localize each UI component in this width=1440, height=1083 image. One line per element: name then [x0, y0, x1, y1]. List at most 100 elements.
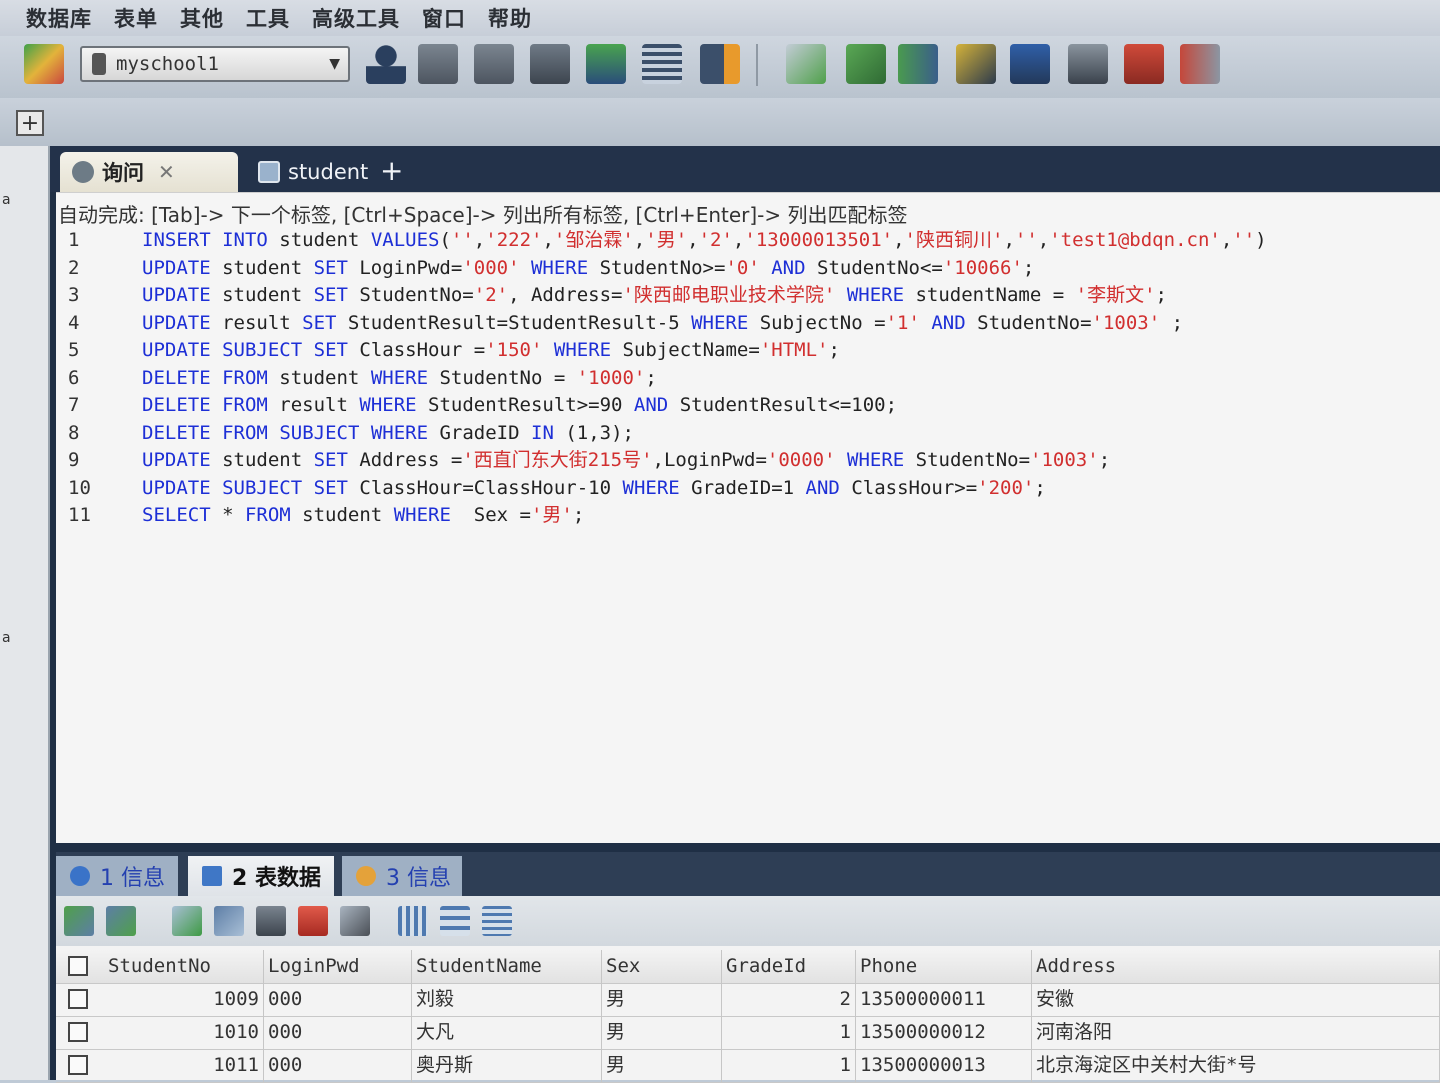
- sql-keyword: SET: [313, 449, 348, 471]
- code-line[interactable]: 8 DELETE FROM SUBJECT WHERE GradeID IN (1…: [56, 420, 1267, 448]
- sql-keyword: AND: [931, 311, 966, 334]
- export-icon[interactable]: [474, 44, 514, 84]
- table-cell[interactable]: 1009: [104, 983, 264, 1016]
- column-header[interactable]: LoginPwd: [264, 950, 412, 983]
- form-view-icon[interactable]: [440, 906, 470, 936]
- select-all-checkbox[interactable]: [68, 956, 88, 976]
- row-checkbox[interactable]: [68, 1055, 88, 1075]
- backup-icon[interactable]: [530, 44, 570, 84]
- table-cell[interactable]: 13500000013: [856, 1049, 1032, 1082]
- code-line[interactable]: 2 UPDATE student SET LoginPwd='000' WHERE…: [56, 255, 1267, 283]
- execute-all-icon[interactable]: [846, 44, 886, 84]
- table-cell[interactable]: 男: [602, 1016, 722, 1049]
- text-view-icon[interactable]: [482, 906, 512, 936]
- code-line[interactable]: 3 UPDATE student SET StudentNo='2', Addre…: [56, 282, 1267, 310]
- line-number: 1: [68, 229, 80, 251]
- table-cell[interactable]: 男: [602, 1049, 722, 1082]
- add-tab-icon[interactable]: +: [380, 154, 403, 187]
- table-cell[interactable]: 河南洛阳: [1032, 1016, 1440, 1049]
- table-row[interactable]: 1010 000 大凡男 1 13500000012 河南洛阳: [56, 1016, 1440, 1050]
- menu-item[interactable]: 其他: [180, 3, 224, 33]
- column-header[interactable]: Address: [1032, 950, 1440, 983]
- table-cell[interactable]: 13500000012: [856, 1016, 1032, 1049]
- table-cell[interactable]: 1010: [104, 1016, 264, 1049]
- table-cell[interactable]: 大凡: [412, 1016, 602, 1049]
- code-line[interactable]: 6 DELETE FROM student WHERE StudentNo = '…: [56, 365, 1267, 393]
- tab-messages-1[interactable]: 1 信息: [56, 856, 178, 896]
- table-cell[interactable]: 刘毅: [412, 983, 602, 1016]
- tab-query[interactable]: 询问 ✕: [60, 152, 238, 192]
- import-icon[interactable]: [418, 44, 458, 84]
- schema-icon[interactable]: [898, 44, 938, 84]
- table-cell[interactable]: 1: [722, 1016, 856, 1049]
- tab-messages-3[interactable]: 3 信息: [342, 856, 462, 896]
- table-row[interactable]: 1011 000 奥丹斯男 1 13500000013 北京海淀区中关村大街*号: [56, 1049, 1440, 1083]
- grid-view-icon[interactable]: [398, 906, 428, 936]
- table-cell[interactable]: 2: [722, 983, 856, 1016]
- menu-item[interactable]: 帮助: [488, 3, 532, 33]
- menu-item[interactable]: 高级工具: [312, 3, 400, 33]
- code-line[interactable]: 7 DELETE FROM result WHERE StudentResult>…: [56, 392, 1267, 420]
- row-checkbox[interactable]: [68, 1022, 88, 1042]
- cancel-icon[interactable]: [340, 906, 370, 936]
- column-header[interactable]: StudentNo: [104, 950, 264, 983]
- table-edit-icon[interactable]: [700, 44, 740, 84]
- table-row[interactable]: 1009 000 刘毅男 2 13500000011 安徽: [56, 983, 1440, 1017]
- sql-keyword: WHERE: [359, 394, 417, 416]
- user-icon[interactable]: [366, 44, 406, 84]
- column-header[interactable]: GradeId: [722, 950, 856, 983]
- table-import-icon[interactable]: [586, 44, 626, 84]
- table-cell[interactable]: 000: [264, 1049, 412, 1082]
- sql-string: '222': [485, 229, 543, 251]
- database-select[interactable]: myschool1 ▼: [80, 46, 350, 82]
- report-icon[interactable]: [1124, 44, 1164, 84]
- sql-editor[interactable]: 自动完成: [Tab]-> 下一个标签, [Ctrl+Space]-> 列出所有…: [56, 192, 1440, 843]
- tab-table-data[interactable]: 2 表数据: [188, 856, 334, 896]
- close-icon[interactable]: ✕: [158, 160, 175, 184]
- table-cell[interactable]: 13500000011: [856, 983, 1032, 1016]
- code-line[interactable]: 11 SELECT * FROM student WHERE Sex ='男';: [56, 502, 1267, 530]
- code-line[interactable]: 1 INSERT INTO student VALUES('','222','邹治…: [56, 227, 1267, 255]
- table-cell[interactable]: 北京海淀区中关村大街*号: [1032, 1049, 1440, 1082]
- copy-dropdown-icon[interactable]: [106, 906, 136, 936]
- execute-icon[interactable]: [786, 44, 826, 84]
- sql-text: GradeID=1: [679, 476, 806, 499]
- object-browser[interactable]: a a: [0, 146, 50, 1080]
- duplicate-row-icon[interactable]: [214, 906, 244, 936]
- table-cell[interactable]: 000: [264, 1016, 412, 1049]
- database-sync-icon[interactable]: [1010, 44, 1050, 84]
- code-line[interactable]: 10 UPDATE SUBJECT SET ClassHour=ClassHour…: [56, 475, 1267, 503]
- code-line[interactable]: 4 UPDATE result SET StudentResult=Student…: [56, 310, 1267, 338]
- menu-item[interactable]: 表单: [114, 3, 158, 33]
- connection-icon[interactable]: [24, 44, 64, 84]
- menu-item[interactable]: 窗口: [422, 3, 466, 33]
- table-cell[interactable]: 1011: [104, 1049, 264, 1082]
- table-cell[interactable]: 000: [264, 983, 412, 1016]
- table-cell[interactable]: 奥丹斯: [412, 1049, 602, 1082]
- table-cell[interactable]: 男: [602, 983, 722, 1016]
- sql-text: ClassHour =: [347, 339, 486, 361]
- code-line[interactable]: 5 UPDATE SUBJECT SET ClassHour ='150' WHE…: [56, 337, 1267, 365]
- row-checkbox[interactable]: [68, 989, 88, 1009]
- code-lines[interactable]: 1 INSERT INTO student VALUES('','222','邹治…: [56, 227, 1267, 530]
- new-tab-icon[interactable]: +: [16, 110, 44, 136]
- column-header[interactable]: Phone: [856, 950, 1032, 983]
- monitor-icon[interactable]: [1068, 44, 1108, 84]
- add-row-icon[interactable]: [172, 906, 202, 936]
- sql-keyword: UPDATE: [142, 339, 211, 361]
- delete-icon[interactable]: [298, 906, 328, 936]
- scheduler-icon[interactable]: [956, 44, 996, 84]
- export-results-icon[interactable]: [64, 906, 94, 936]
- diagram-icon[interactable]: [1180, 44, 1220, 84]
- column-header[interactable]: StudentName: [412, 950, 602, 983]
- code-line[interactable]: 9 UPDATE student SET Address ='西直门东大街215号…: [56, 447, 1267, 475]
- table-cell[interactable]: 安徽: [1032, 983, 1440, 1016]
- save-icon[interactable]: [256, 906, 286, 936]
- result-toolbar: [56, 896, 1440, 946]
- table-grid-icon[interactable]: [642, 44, 682, 84]
- sql-keyword: FROM: [222, 366, 268, 389]
- menu-item[interactable]: 数据库: [26, 3, 92, 33]
- column-header[interactable]: Sex: [602, 950, 722, 983]
- table-cell[interactable]: 1: [722, 1049, 856, 1082]
- menu-item[interactable]: 工具: [246, 3, 290, 33]
